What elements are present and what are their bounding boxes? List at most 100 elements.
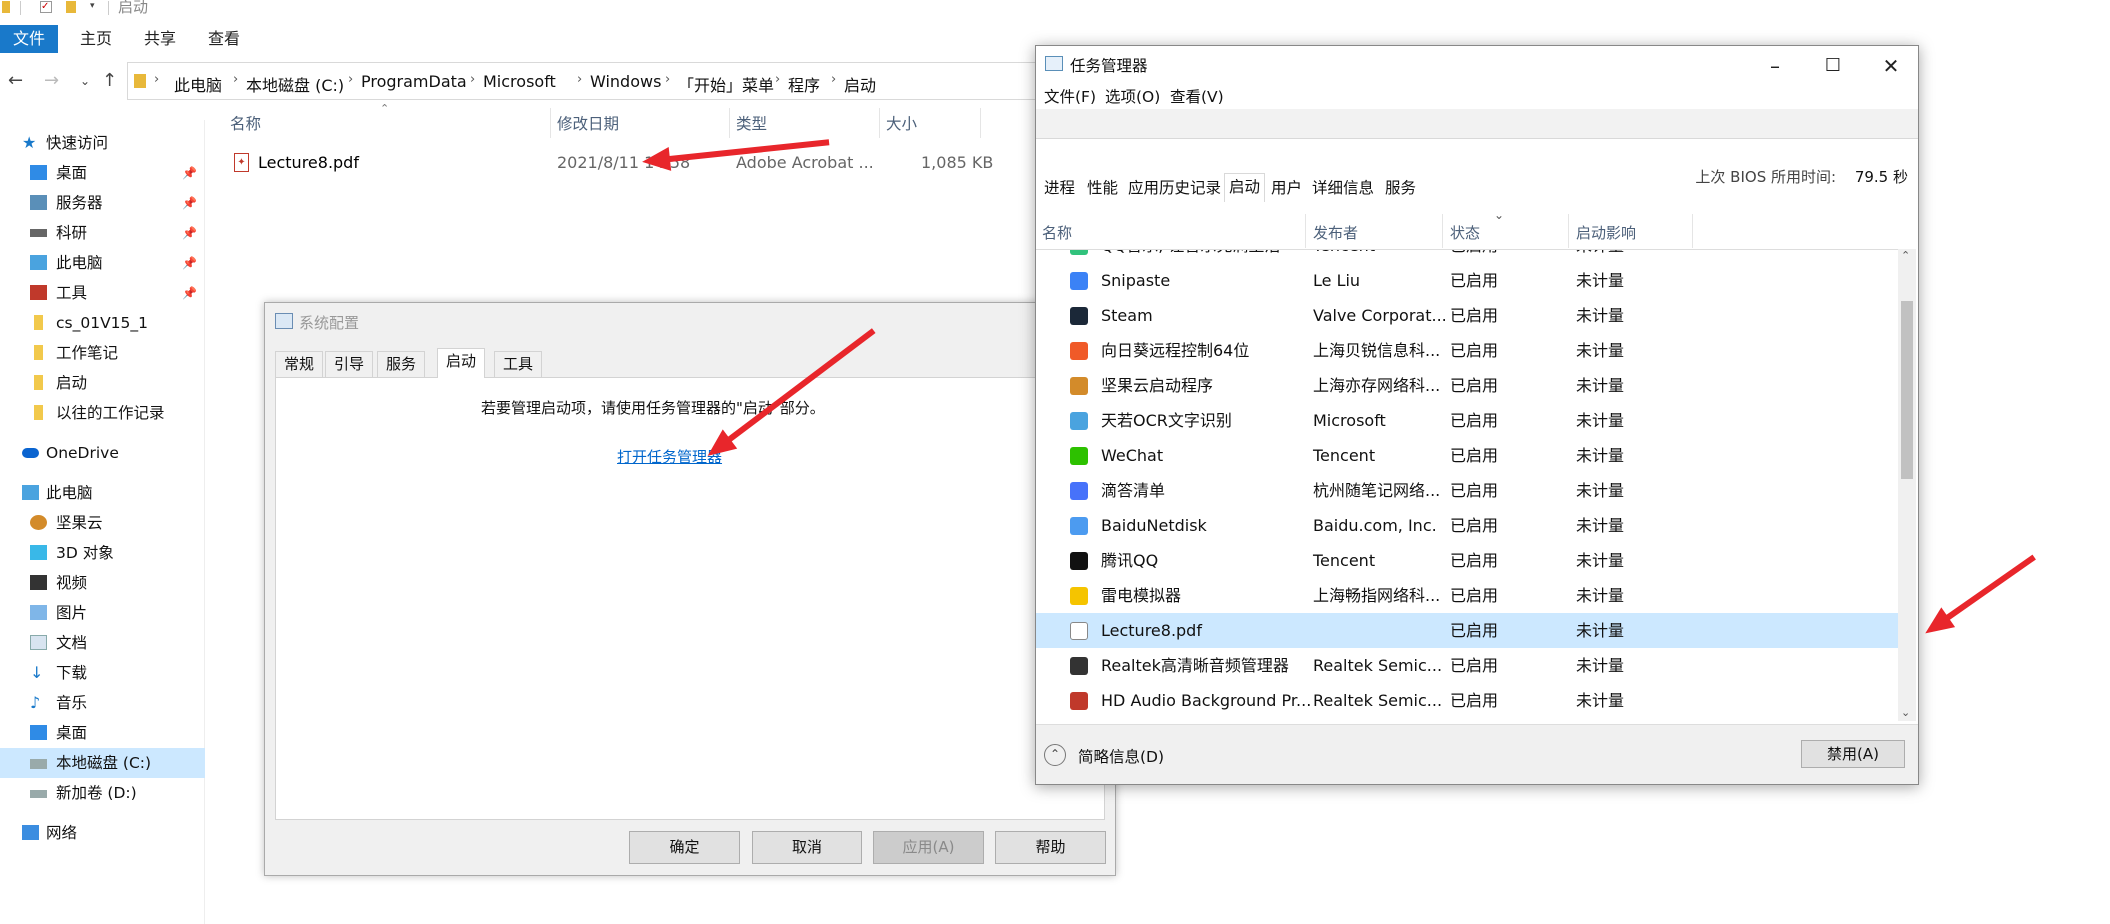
ok-button[interactable]: 确定: [629, 831, 740, 864]
pin-icon[interactable]: 📌: [182, 188, 197, 218]
breadcrumb-this-pc[interactable]: 此电脑: [174, 72, 222, 96]
tab-processes[interactable]: 进程: [1040, 175, 1079, 201]
startup-row[interactable]: BaiduNetdisk Baidu.com, Inc. 已启用 未计量: [1036, 508, 1898, 543]
chevron-right-icon[interactable]: ›: [233, 72, 238, 87]
breadcrumb-programdata[interactable]: ProgramData: [361, 72, 467, 91]
startup-row[interactable]: 雷电模拟器 上海畅指网络科... 已启用 未计量: [1036, 578, 1898, 613]
menu-options[interactable]: 选项(O): [1105, 85, 1160, 107]
chevron-right-icon[interactable]: ›: [470, 72, 475, 87]
tab-boot[interactable]: 引导: [325, 351, 374, 377]
tab-performance[interactable]: 性能: [1083, 175, 1122, 201]
startup-row[interactable]: Lecture8.pdf 已启用 未计量: [1036, 613, 1898, 648]
chevron-right-icon[interactable]: ›: [775, 72, 780, 87]
column-header-status[interactable]: 状态: [1450, 222, 1480, 243]
breadcrumb-startup[interactable]: 启动: [844, 72, 876, 96]
vertical-scrollbar[interactable]: ⌃ ⌄: [1898, 249, 1916, 721]
startup-row[interactable]: Steam Valve Corporat... 已启用 未计量: [1036, 298, 1898, 333]
nav-3d-objects[interactable]: 3D 对象: [0, 538, 205, 568]
startup-row[interactable]: Realtek高清晰音频管理器 Realtek Semic... 已启用 未计量: [1036, 648, 1898, 683]
nav-tools[interactable]: 工具 📌: [0, 278, 205, 308]
startup-row[interactable]: WeChat Tencent 已启用 未计量: [1036, 438, 1898, 473]
nav-pictures[interactable]: 图片: [0, 598, 205, 628]
startup-row[interactable]: QQ音乐, 让音乐充满生活 Tencent 已启用 未计量: [1036, 250, 1898, 263]
tab-users[interactable]: 用户: [1267, 175, 1306, 201]
nav-documents[interactable]: 文档: [0, 628, 205, 658]
customize-quick-access-icon[interactable]: ▾: [90, 1, 102, 13]
startup-row[interactable]: 腾讯QQ Tencent 已启用 未计量: [1036, 543, 1898, 578]
breadcrumb-start-menu[interactable]: 「开始」菜单: [678, 72, 774, 96]
breadcrumb-drive-c[interactable]: 本地磁盘 (C:): [246, 72, 344, 96]
nav-videos[interactable]: 视频: [0, 568, 205, 598]
pin-icon[interactable]: 📌: [182, 248, 197, 278]
scroll-thumb[interactable]: [1901, 301, 1913, 479]
column-divider[interactable]: [1442, 214, 1443, 248]
properties-icon[interactable]: ✓: [40, 1, 52, 13]
nav-this-pc-pinned[interactable]: 此电脑 📌: [0, 248, 205, 278]
ribbon-tab-view[interactable]: 查看: [194, 25, 254, 53]
forward-arrow-icon[interactable]: →: [44, 70, 59, 91]
column-header-impact[interactable]: 启动影响: [1576, 222, 1636, 243]
breadcrumb-programs[interactable]: 程序: [788, 72, 820, 96]
column-header-size[interactable]: 大小: [886, 112, 917, 134]
column-divider[interactable]: [879, 108, 880, 138]
minimize-icon[interactable]: –: [1746, 48, 1804, 84]
chevron-right-icon[interactable]: ›: [665, 72, 670, 87]
nav-onedrive[interactable]: OneDrive: [0, 438, 205, 468]
ribbon-tab-file[interactable]: 文件: [0, 25, 59, 53]
scroll-up-icon[interactable]: ⌃: [1901, 249, 1910, 262]
help-button[interactable]: 帮助: [995, 831, 1106, 864]
pin-icon[interactable]: 📌: [182, 158, 197, 188]
breadcrumb-windows[interactable]: Windows: [590, 72, 661, 91]
tab-startup[interactable]: 启动: [437, 348, 486, 378]
startup-row[interactable]: Snipaste Le Liu 已启用 未计量: [1036, 263, 1898, 298]
chevron-right-icon[interactable]: ›: [154, 72, 159, 87]
startup-row[interactable]: 坚果云启动程序 上海亦存网络科... 已启用 未计量: [1036, 368, 1898, 403]
back-arrow-icon[interactable]: ←: [8, 70, 23, 91]
tab-services[interactable]: 服务: [377, 351, 426, 377]
tab-startup[interactable]: 启动: [1224, 173, 1266, 202]
column-divider[interactable]: [980, 108, 981, 138]
close-icon[interactable]: ✕: [1862, 48, 1920, 84]
new-folder-icon[interactable]: [66, 1, 76, 13]
ribbon-tab-home[interactable]: 主页: [66, 25, 126, 53]
cancel-button[interactable]: 取消: [752, 831, 862, 864]
nav-desktop-pc[interactable]: 桌面: [0, 718, 205, 748]
chevron-right-icon[interactable]: ›: [831, 72, 836, 87]
nav-this-pc[interactable]: 此电脑: [0, 478, 205, 508]
startup-row[interactable]: 向日葵远程控制64位 上海贝锐信息科... 已启用 未计量: [1036, 333, 1898, 368]
tab-details[interactable]: 详细信息: [1308, 175, 1378, 201]
chevron-right-icon[interactable]: ›: [348, 72, 353, 87]
startup-row[interactable]: HD Audio Background Pr... Realtek Semic..…: [1036, 683, 1898, 718]
recent-locations-icon[interactable]: ⌄: [80, 74, 90, 88]
chevron-right-icon[interactable]: ›: [577, 72, 582, 87]
address-bar[interactable]: › 此电脑 › 本地磁盘 (C:) › ProgramData › Micros…: [127, 62, 1040, 100]
nav-music[interactable]: ♪ 音乐: [0, 688, 205, 718]
menu-view[interactable]: 查看(V): [1170, 85, 1224, 107]
column-divider[interactable]: [550, 108, 551, 138]
nav-folder-notes[interactable]: 工作笔记: [0, 338, 205, 368]
column-divider[interactable]: [1692, 214, 1693, 248]
nav-drive-d[interactable]: 新加卷 (D:): [0, 778, 205, 808]
nav-folder-startup[interactable]: 启动: [0, 368, 205, 398]
column-header-name[interactable]: 名称: [230, 112, 261, 134]
tab-general[interactable]: 常规: [275, 351, 324, 377]
nav-servers[interactable]: 服务器 📌: [0, 188, 205, 218]
scroll-down-icon[interactable]: ⌄: [1901, 706, 1910, 719]
nav-quick-access[interactable]: ★ 快速访问: [0, 128, 205, 158]
column-divider[interactable]: [1305, 214, 1306, 248]
column-divider[interactable]: [729, 108, 730, 138]
pin-icon[interactable]: 📌: [182, 218, 197, 248]
tab-app-history[interactable]: 应用历史记录: [1124, 175, 1225, 201]
startup-row[interactable]: 滴答清单 杭州随笔记网络... 已启用 未计量: [1036, 473, 1898, 508]
tab-tools[interactable]: 工具: [494, 351, 543, 377]
nav-folder-cs[interactable]: cs_01V15_1: [0, 308, 205, 338]
column-divider[interactable]: [1568, 214, 1569, 248]
apply-button[interactable]: 应用(A): [873, 831, 984, 864]
ribbon-tab-share[interactable]: 共享: [130, 25, 190, 53]
menu-file[interactable]: 文件(F): [1044, 85, 1096, 107]
nav-jianguoyun[interactable]: 坚果云: [0, 508, 205, 538]
up-arrow-icon[interactable]: ↑: [102, 70, 117, 91]
nav-downloads[interactable]: ↓ 下载: [0, 658, 205, 688]
pin-icon[interactable]: 📌: [182, 278, 197, 308]
disable-button[interactable]: 禁用(A): [1801, 740, 1905, 768]
